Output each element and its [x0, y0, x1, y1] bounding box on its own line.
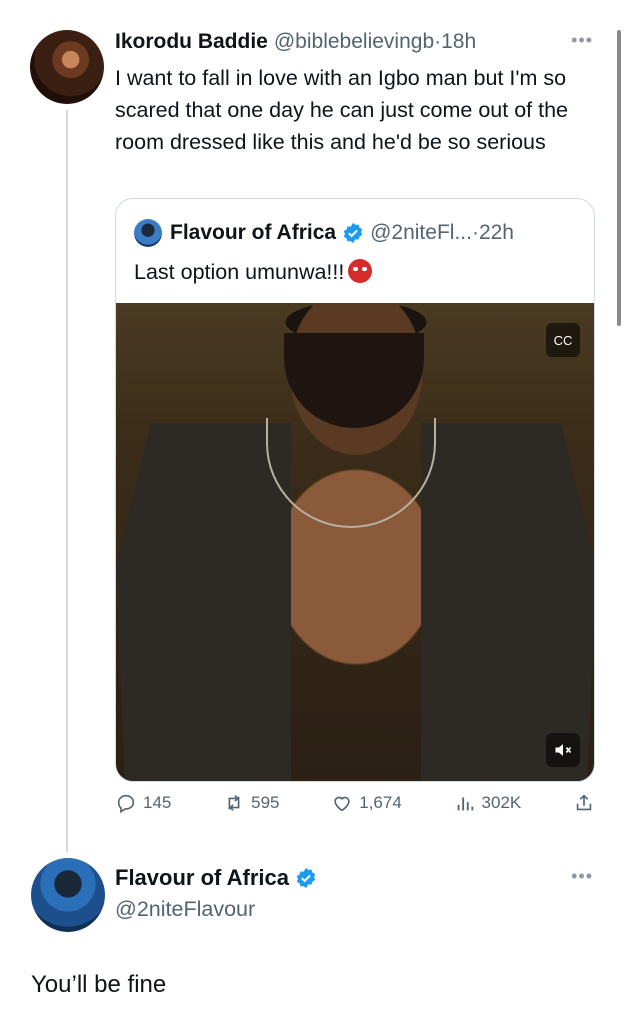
like-button[interactable]: 1,674	[331, 792, 402, 814]
views-button[interactable]: 302K	[454, 792, 522, 814]
video-frame-detail	[421, 423, 594, 781]
separator-dot: ·	[471, 221, 479, 244]
share-button[interactable]	[573, 792, 595, 814]
views-count: 302K	[481, 793, 522, 812]
more-options-icon[interactable]: •••	[571, 866, 593, 887]
video-player[interactable]: CC	[116, 303, 594, 781]
quoted-timestamp: 22h	[478, 221, 514, 244]
video-frame-detail	[284, 333, 424, 428]
repost-count: 595	[251, 793, 280, 812]
avatar[interactable]	[30, 30, 104, 104]
captions-icon[interactable]: CC	[546, 323, 580, 357]
thread-connector-line	[66, 110, 68, 852]
quoted-author-handle: @2niteFl...	[370, 221, 472, 244]
quoted-tweet-text: Last option umunwa!!!	[134, 259, 373, 285]
verified-badge-icon	[343, 222, 363, 244]
ogre-face-icon	[348, 259, 373, 283]
volume-mute-icon[interactable]	[546, 733, 580, 767]
repost-icon	[228, 795, 240, 811]
reply-text: You’ll be fine	[31, 971, 167, 998]
quoted-author-name: Flavour of Africa	[170, 221, 337, 244]
like-count: 1,674	[359, 793, 402, 812]
reply-avatar[interactable]	[31, 858, 105, 932]
quoted-tweet-header: Flavour of Africa @2niteFl... · 22h	[134, 219, 514, 247]
timestamp[interactable]: 18h	[441, 30, 476, 54]
repost-button[interactable]: 595	[223, 792, 280, 814]
share-icon	[576, 794, 592, 811]
reply-button[interactable]: 145	[115, 792, 171, 814]
reply-count: 145	[143, 793, 172, 812]
reply-author-handle[interactable]: @2niteFlavour	[115, 897, 255, 922]
author-handle[interactable]: @biblebelievingb	[274, 30, 434, 54]
heart-icon	[334, 796, 350, 812]
author-name[interactable]: Ikorodu Baddie	[115, 30, 268, 54]
action-bar: 145 595 1,674 302K	[115, 792, 595, 814]
reply-author[interactable]: Flavour of Africa	[115, 865, 317, 891]
video-frame-detail	[116, 423, 291, 781]
verified-badge-icon	[296, 867, 316, 889]
quoted-text-content: Last option umunwa!!!	[134, 260, 345, 284]
quoted-tweet-card[interactable]: Flavour of Africa @2niteFl... · 22h Last…	[115, 198, 595, 782]
more-options-icon[interactable]: •••	[571, 30, 593, 51]
quoted-avatar	[134, 219, 162, 247]
tweet-text: I want to fall in love with an Igbo man …	[115, 66, 568, 154]
tweet-header: Ikorodu Baddie @biblebelievingb · 18h	[115, 30, 476, 54]
video-frame-detail	[266, 418, 436, 528]
reply-author-name: Flavour of Africa	[115, 865, 289, 890]
scrollbar[interactable]	[617, 30, 621, 326]
views-chart-icon	[457, 797, 473, 811]
separator-dot: ·	[434, 30, 442, 53]
reply-icon	[117, 794, 135, 814]
